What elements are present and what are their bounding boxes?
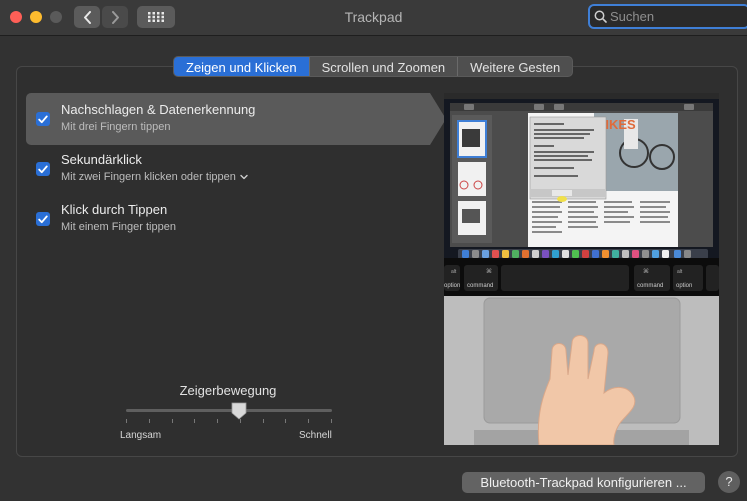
option-title: Sekundärklick [61, 152, 142, 167]
slider-min-label: Langsam [120, 430, 162, 441]
key-alt-left-top: alt [451, 269, 457, 275]
search-icon [594, 10, 607, 23]
klick-durch-tippen-checkbox[interactable] [36, 212, 50, 226]
option-subtitle: Mit zwei Fingern klicken oder tippen [61, 171, 236, 183]
slider-tick [308, 419, 309, 423]
tracking-speed-slider[interactable] [126, 409, 332, 412]
option-title: Klick durch Tippen [61, 202, 168, 217]
option-subtitle: Mit drei Fingern tippen [61, 121, 171, 133]
key-option-left: option [444, 283, 460, 289]
slider-max-label: Schnell [299, 430, 332, 441]
key-command-right: command [637, 283, 663, 289]
slider-tick [285, 419, 286, 423]
key-option-right: option [676, 283, 692, 289]
sekundaerklick-checkbox[interactable] [36, 162, 50, 176]
tab-bar: Zeigen und Klicken Scrollen und Zoomen W… [173, 56, 574, 77]
tab-weitere-gesten[interactable]: Weitere Gesten [457, 57, 572, 76]
slider-tick [263, 419, 264, 423]
bluetooth-trackpad-button[interactable]: Bluetooth-Trackpad konfigurieren ... [462, 472, 705, 493]
checkmark-icon [38, 165, 48, 173]
slider-thumb[interactable] [231, 402, 247, 420]
preview-illustration: BIKES alt option ⌘ command ⌘ command alt… [444, 93, 719, 445]
nachschlagen-checkbox[interactable] [36, 112, 50, 126]
tab-scrollen-und-zoomen[interactable]: Scrollen und Zoomen [308, 57, 458, 76]
gesture-preview: BIKES alt option ⌘ command ⌘ command alt… [444, 93, 719, 445]
checkmark-icon [38, 215, 48, 223]
option-klick-durch-tippen[interactable]: Klick durch Tippen Mit einem Finger tipp… [26, 193, 430, 245]
search-field[interactable] [588, 4, 747, 29]
slider-ticks [126, 419, 332, 423]
key-command-left: command [467, 283, 493, 289]
checkmark-icon [38, 115, 48, 123]
option-title: Nachschlagen & Datenerkennung [61, 102, 256, 117]
chevron-down-icon [240, 171, 248, 183]
tab-zeigen-und-klicken[interactable]: Zeigen und Klicken [174, 57, 309, 76]
slider-tick [172, 419, 173, 423]
svg-text:⌘: ⌘ [643, 268, 649, 275]
slider-tick [217, 419, 218, 423]
slider-tick [149, 419, 150, 423]
slider-tick [126, 419, 127, 423]
key-alt-right-top: alt [677, 269, 683, 275]
option-sekundaerklick[interactable]: Sekundärklick Mit zwei Fingern klicken o… [26, 143, 430, 195]
sekundaerklick-popup[interactable]: Mit zwei Fingern klicken oder tippen [61, 171, 248, 183]
svg-text:⌘: ⌘ [486, 268, 492, 275]
slider-tick [194, 419, 195, 423]
option-subtitle: Mit einem Finger tippen [61, 221, 176, 233]
slider-tick [331, 419, 332, 423]
search-input[interactable] [610, 9, 740, 24]
help-button[interactable]: ? [718, 471, 740, 493]
tracking-speed-label: Zeigerbewegung [179, 383, 277, 398]
option-nachschlagen[interactable]: Nachschlagen & Datenerkennung Mit drei F… [26, 93, 446, 145]
